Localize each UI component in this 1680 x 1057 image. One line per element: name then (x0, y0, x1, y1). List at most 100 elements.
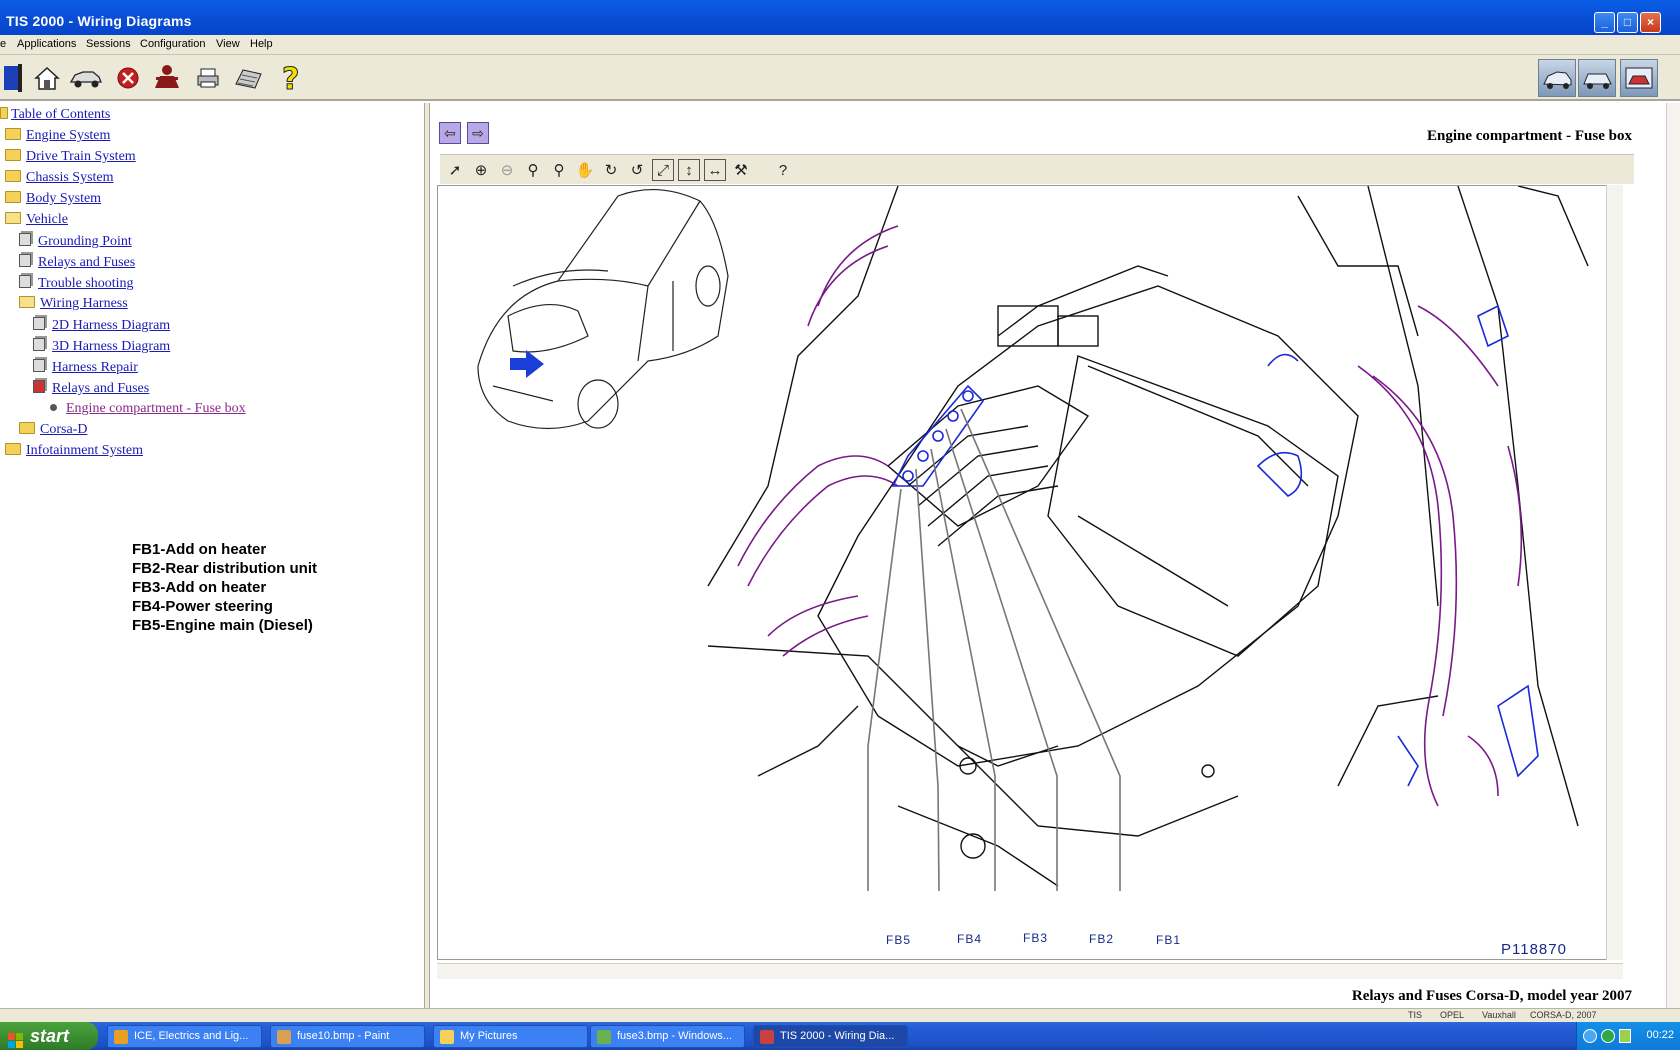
tree-item-label[interactable]: Relays and Fuses (52, 381, 149, 396)
tree-item-grounding-point[interactable]: Grounding Point (19, 233, 132, 253)
tree-item-trouble-shooting[interactable]: Trouble shooting (19, 275, 134, 295)
maximize-button[interactable]: □ (1617, 12, 1638, 33)
tree-item-harness-repair[interactable]: Harness Repair (33, 359, 138, 379)
tree-item-label[interactable]: Grounding Point (38, 234, 132, 249)
stop-icon[interactable] (113, 63, 143, 93)
rotate-right-icon[interactable]: ↻ (600, 159, 622, 181)
keyboard-icon[interactable] (233, 63, 263, 93)
window-title: TIS 2000 - Wiring Diagrams (6, 13, 192, 29)
status-item: CORSA-D, 2007 (1530, 1010, 1597, 1020)
tree-item-relays-and-fuses[interactable]: Relays and Fuses (19, 254, 135, 274)
tree-item-label[interactable]: Corsa-D (40, 422, 87, 437)
taskbar-item[interactable]: My Pictures (433, 1025, 588, 1048)
menu-sessions[interactable]: Sessions (86, 38, 131, 50)
zoom-icon[interactable]: ⚲ (522, 159, 544, 181)
menu-help[interactable]: Help (250, 38, 273, 50)
book-icon (33, 317, 45, 330)
fit-page-icon[interactable]: ⤢ (652, 159, 674, 181)
tree-item-label[interactable]: Chassis System (26, 170, 114, 185)
back-button[interactable]: ⇦ (439, 122, 461, 144)
taskbar: start ICE, Electrics and Lig... fuse10.b… (0, 1022, 1680, 1050)
menu-file[interactable]: e (0, 38, 6, 50)
home-icon[interactable] (32, 63, 62, 93)
network-icon[interactable] (1583, 1029, 1597, 1043)
rotate-left-icon[interactable]: ↺ (626, 159, 648, 181)
taskbar-item[interactable]: fuse10.bmp - Paint (270, 1025, 425, 1048)
volume-icon[interactable] (1619, 1029, 1631, 1043)
tree-item-label[interactable]: Drive Train System (26, 149, 136, 164)
tree-item-corsa-d[interactable]: Corsa-D (19, 422, 87, 442)
fit-height-icon[interactable]: ↕ (678, 159, 700, 181)
engine-compartment-drawing (707, 186, 1589, 887)
page-vertical-scrollbar[interactable] (1666, 103, 1680, 1008)
car-thumbnail (477, 189, 729, 430)
person-icon[interactable] (152, 63, 182, 93)
figure-id: P118870 (1501, 941, 1567, 958)
menu-configuration[interactable]: Configuration (140, 38, 205, 50)
tree-item-body-system[interactable]: Body System (5, 191, 101, 211)
tree-item-engine-system[interactable]: Engine System (5, 128, 110, 148)
tree-item-label[interactable]: Vehicle (26, 212, 68, 227)
tree-item-label[interactable]: Relays and Fuses (38, 255, 135, 270)
fuse-legend: FB1-Add on heater FB2-Rear distribution … (132, 540, 317, 635)
taskbar-item-label: ICE, Electrics and Lig... (134, 1030, 249, 1042)
tree-item-infotainment-system[interactable]: Infotainment System (5, 443, 143, 463)
tree-item-label[interactable]: Harness Repair (52, 360, 138, 375)
tree-item-vehicle[interactable]: Vehicle (5, 212, 68, 232)
diagram-vertical-scrollbar[interactable] (1606, 185, 1623, 960)
vehicle-select-1-icon[interactable] (1538, 59, 1576, 97)
diagram-horizontal-scrollbar[interactable] (437, 963, 1623, 979)
vehicle-select-2-icon[interactable] (1578, 59, 1616, 97)
vehicle-select-3-icon[interactable] (1620, 59, 1658, 97)
tree-item-wiring-harness[interactable]: Wiring Harness (19, 296, 128, 316)
tree-item-label[interactable]: 3D Harness Diagram (52, 339, 170, 354)
zoom-out-icon[interactable]: ⊖ (496, 159, 518, 181)
viewer-help-icon[interactable]: ? (772, 159, 794, 181)
select-pointer-icon[interactable]: ➚ (444, 159, 466, 181)
harness-lines (737, 225, 1523, 807)
tree-item-label[interactable]: Body System (26, 191, 101, 206)
help-icon[interactable]: ? (275, 63, 305, 93)
tree-item-3d-harness-diagram[interactable]: 3D Harness Diagram (33, 338, 170, 358)
menu-applications[interactable]: Applications (17, 38, 76, 50)
diagram-canvas[interactable]: FB5 FB4 FB3 FB2 FB1 P118870 (437, 185, 1623, 960)
zoom-area-icon[interactable]: ⚲ (548, 159, 570, 181)
exit-icon[interactable] (0, 63, 30, 93)
vehicle-icon[interactable] (68, 63, 104, 93)
tree-item-table-of-contents[interactable]: Table of Contents (0, 107, 110, 127)
callout-fb4: FB4 (957, 932, 983, 946)
callout-fb2: FB2 (1089, 932, 1115, 946)
tree-item-drive-train-system[interactable]: Drive Train System (5, 149, 136, 169)
menu-view[interactable]: View (216, 38, 240, 50)
fit-width-icon[interactable]: ↔ (704, 159, 726, 181)
folder-icon (440, 1030, 454, 1044)
taskbar-item[interactable]: ICE, Electrics and Lig... (107, 1025, 262, 1048)
printer-icon[interactable] (193, 63, 223, 93)
pan-hand-icon[interactable]: ✋ (574, 159, 596, 181)
tree-item-engine-compartment-fuse-box[interactable]: Engine compartment - Fuse box (50, 401, 246, 421)
tree-item-label[interactable]: Wiring Harness (40, 296, 128, 311)
windows-logo-icon (8, 1029, 23, 1048)
start-button[interactable]: start (0, 1022, 98, 1050)
taskbar-item-active[interactable]: TIS 2000 - Wiring Dia... (753, 1025, 908, 1048)
tree-item-chassis-system[interactable]: Chassis System (5, 170, 114, 190)
security-icon[interactable] (1601, 1029, 1615, 1043)
tree-item-label[interactable]: Infotainment System (26, 443, 143, 458)
browser-icon (114, 1030, 128, 1044)
tree-item-label[interactable]: 2D Harness Diagram (52, 318, 170, 333)
book-icon (19, 233, 31, 246)
tree-item-label[interactable]: Trouble shooting (38, 276, 134, 291)
tree-item-relays-and-fuses-open[interactable]: Relays and Fuses (33, 380, 149, 400)
book-icon (33, 338, 45, 351)
callout-fb5: FB5 (886, 933, 912, 947)
tree-item-label[interactable]: Engine compartment - Fuse box (66, 401, 246, 416)
tree-item-label[interactable]: Table of Contents (11, 107, 110, 122)
zoom-in-icon[interactable]: ⊕ (470, 159, 492, 181)
minimize-button[interactable]: _ (1594, 12, 1615, 33)
tree-item-label[interactable]: Engine System (26, 128, 110, 143)
forward-button[interactable]: ⇨ (467, 122, 489, 144)
measure-icon[interactable]: ⚒ (730, 159, 752, 181)
close-button[interactable]: × (1640, 12, 1661, 33)
taskbar-item[interactable]: fuse3.bmp - Windows... (590, 1025, 745, 1048)
tree-item-2d-harness-diagram[interactable]: 2D Harness Diagram (33, 317, 170, 337)
